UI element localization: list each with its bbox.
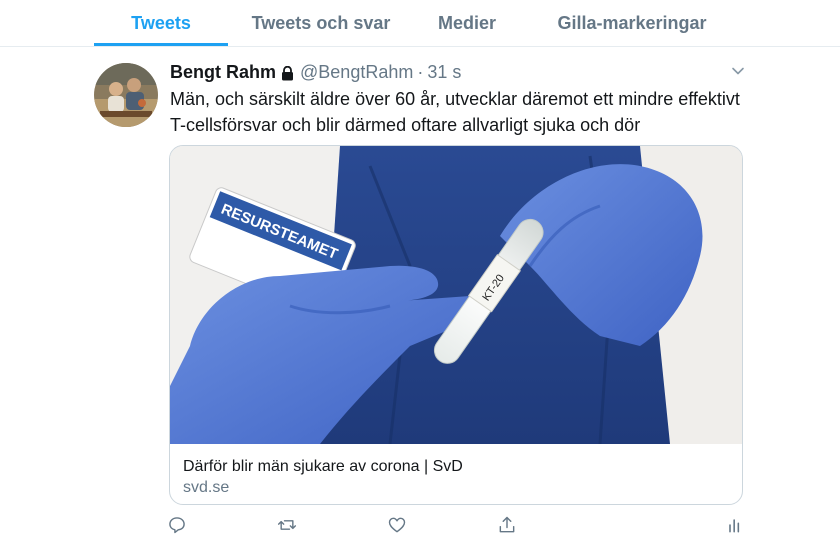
tab-likes[interactable]: Gilla-markeringar [540, 0, 724, 46]
retweet-icon[interactable] [276, 514, 298, 536]
author-handle[interactable]: @BengtRahm [300, 62, 413, 83]
like-icon[interactable] [386, 514, 408, 536]
author-name[interactable]: Bengt Rahm [170, 62, 276, 83]
profile-tabs: Tweets Tweets och svar Medier Gilla-mark… [0, 0, 840, 47]
analytics-icon[interactable] [724, 514, 746, 536]
tab-tweets[interactable]: Tweets [94, 0, 228, 46]
tweet-header: Bengt Rahm @BengtRahm · 31 s [170, 60, 461, 84]
reply-icon[interactable] [166, 514, 188, 536]
avatar[interactable] [94, 63, 158, 127]
chevron-down-icon[interactable] [730, 64, 746, 78]
tab-tweets-and-replies[interactable]: Tweets och svar [240, 0, 402, 46]
separator-dot: · [417, 61, 424, 82]
card-image: RESURSTEAMET KT-20 [170, 146, 742, 445]
share-icon[interactable] [496, 514, 518, 536]
card-title: Därför blir män sjukare av corona | SvD [183, 458, 463, 475]
tweet-text: Män, och särskilt äldre över 60 år, utve… [170, 89, 740, 135]
tab-media[interactable]: Medier [420, 0, 514, 46]
active-tab-indicator [94, 43, 228, 46]
link-card[interactable]: RESURSTEAMET KT-20 Därför blir män sjuka… [169, 145, 743, 505]
card-domain: svd.se [183, 479, 230, 496]
lock-icon [281, 65, 294, 80]
tweet-timestamp[interactable]: 31 s [427, 62, 461, 83]
